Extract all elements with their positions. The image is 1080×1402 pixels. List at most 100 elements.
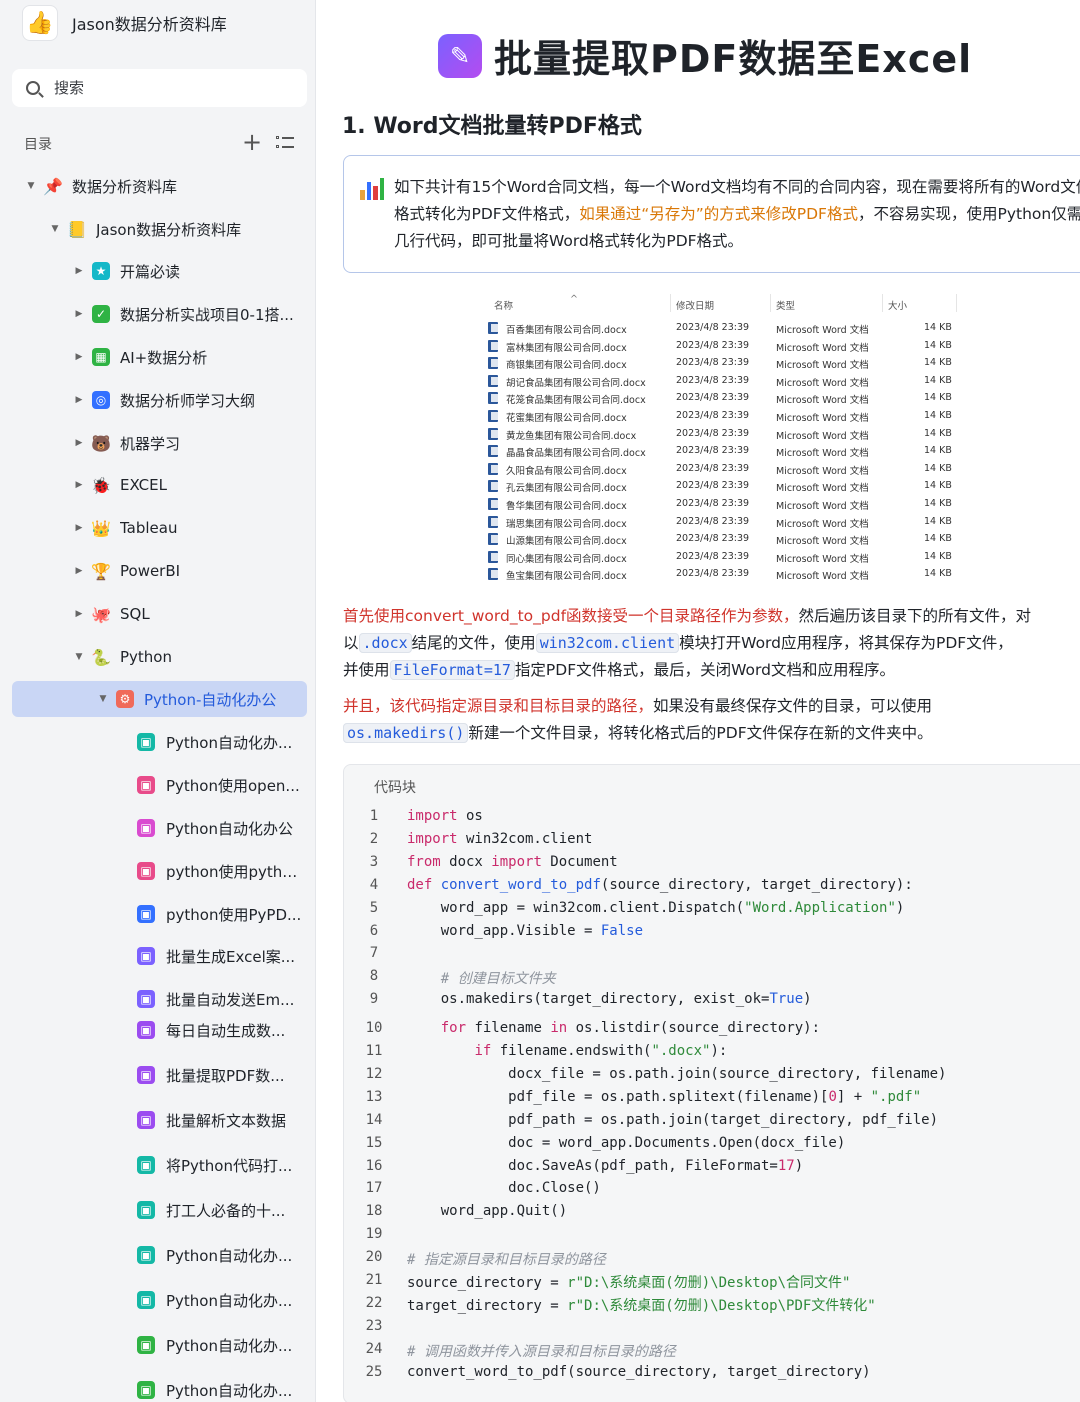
code-line: 6 word_app.Visible = False xyxy=(344,923,1080,946)
sidebar-item-label: Python自动化办... xyxy=(166,1336,293,1355)
code-token: ) xyxy=(794,1157,804,1174)
code-token: r"D:\系统桌面(勿删)\Desktop\合同文件" xyxy=(567,1275,851,1291)
sidebar-item[interactable]: ▼ ⚙ Python-自动化办公 xyxy=(12,681,307,717)
column-divider xyxy=(770,294,771,312)
sidebar-item[interactable]: ▣ 将Python代码打... xyxy=(12,1147,307,1183)
toc-header: 目录 + xyxy=(24,130,304,155)
file-row: 黄龙鱼集团有限公司合同.docx 2023/4/8 23:39 Microsoft … xyxy=(484,426,964,444)
line-number: 12 xyxy=(365,1065,383,1082)
sidebar-item[interactable]: ▣ Python使用open... xyxy=(12,767,307,803)
sidebar-item-label: 批量解析文本数据 xyxy=(166,1111,287,1130)
word-doc-icon xyxy=(488,374,498,387)
chevron-right-icon[interactable]: ▶ xyxy=(72,609,86,619)
add-icon[interactable]: + xyxy=(242,130,262,154)
column-divider xyxy=(670,294,671,312)
filelist-header-type: 类型 xyxy=(776,301,796,312)
file-name: 百香集团有限公司合同.docx xyxy=(506,325,627,336)
word-doc-icon xyxy=(488,322,498,334)
code-token: filename.endswith( xyxy=(491,1043,652,1059)
sidebar-item-label: 批量生成Excel案... xyxy=(166,947,296,966)
chevron-down-icon[interactable]: ▼ xyxy=(72,652,86,662)
code-block[interactable]: 代码块 1 import os 2 import win32com.client 3 fr… xyxy=(343,764,1080,1402)
chevron-right-icon[interactable]: ▶ xyxy=(72,523,86,533)
code-line: 24 # 调用函数并传入源目录和目标目录的路径 xyxy=(344,1341,1080,1364)
search-box[interactable] xyxy=(12,69,307,107)
chevron-right-icon[interactable]: ▶ xyxy=(72,395,86,405)
code-token: pdf_file = os.path.splitext(filename)[ xyxy=(407,1088,829,1105)
filelist-header-size: 大小 xyxy=(888,301,908,312)
sidebar-item[interactable]: ▣ python使用PyPD... xyxy=(12,896,307,932)
sidebar-item[interactable]: ▣ 批量生成Excel案... xyxy=(12,938,307,974)
word-doc-icon xyxy=(488,339,498,352)
code-text: docx_file = os.path.join(source_director… xyxy=(407,1066,946,1082)
sidebar-item[interactable]: ▶ 🐻 机器学习 xyxy=(12,425,307,461)
file-date: 2023/4/8 23:39 xyxy=(676,427,750,439)
sidebar-item[interactable]: ▶ ◎ 数据分析师学习大纲 xyxy=(12,382,307,418)
sidebar-item[interactable]: ▼ 🐍 Python xyxy=(12,639,307,675)
code-token: source_directory = xyxy=(407,1275,568,1291)
code-text: word_app.Visible = False xyxy=(407,923,643,939)
file-name: 晶晶食品集团有限公司合同.docx xyxy=(506,448,646,460)
file-name: 富林集团有限公司合同.docx xyxy=(506,342,627,354)
sidebar-item-label: 数据分析资料库 xyxy=(72,177,178,196)
sidebar-item[interactable]: ▶ 🐞 EXCEL xyxy=(12,467,307,503)
sidebar-item[interactable]: ▶ 🐙 SQL xyxy=(12,596,307,632)
file-type: Microsoft Word 文档 xyxy=(776,430,869,442)
sidebar-item[interactable]: ▣ Python自动化办... xyxy=(12,1372,307,1402)
search-input[interactable] xyxy=(54,79,274,97)
sidebar-item[interactable]: ▣ Python自动化办... xyxy=(12,1282,307,1318)
sidebar-item[interactable]: ▣ Python自动化办... xyxy=(12,1327,307,1363)
workspace-header[interactable]: 👍 Jason数据分析资料库 xyxy=(22,4,227,42)
sidebar-item[interactable]: ▣ 每日自动生成数... xyxy=(12,1012,307,1048)
chevron-right-icon[interactable]: ▶ xyxy=(72,438,86,448)
sidebar-item-label: Tableau xyxy=(120,519,178,537)
file-size: 14 KB xyxy=(924,533,952,545)
chevron-right-icon[interactable]: ▶ xyxy=(72,566,86,576)
sidebar-item[interactable]: ▣ 批量解析文本数据 xyxy=(12,1102,307,1138)
sidebar-item[interactable]: ▶ ✓ 数据分析实战项目0-1搭... xyxy=(12,296,307,332)
code-line: 25 convert_word_to_pdf(source_directory, … xyxy=(344,1364,1080,1387)
code-line: 23 xyxy=(344,1318,1080,1341)
sidebar-item[interactable]: ▶ 👑 Tableau xyxy=(12,510,307,546)
sidebar-item[interactable]: ▣ python使用pytho... xyxy=(12,853,307,889)
chevron-right-icon[interactable]: ▶ xyxy=(72,480,86,490)
line-number: 9 xyxy=(369,991,379,1008)
code-text: os.makedirs(target_directory, exist_ok=T… xyxy=(407,991,812,1007)
p1-text: 结尾的文件，使用 xyxy=(411,634,536,652)
python-icon: 🐍 xyxy=(91,647,111,667)
sidebar-item[interactable]: ▶ 🏆 PowerBI xyxy=(12,553,307,589)
file-size: 14 KB xyxy=(924,462,952,474)
sidebar-item[interactable]: ▣ Python自动化办... xyxy=(12,1237,307,1273)
code-token: docx_file = os.path.join(source_director… xyxy=(407,1065,947,1082)
chevron-right-icon[interactable]: ▶ xyxy=(72,266,86,276)
code-text: source_directory = r"D:\系统桌面(勿删)\Desktop… xyxy=(407,1272,850,1292)
chevron-down-icon[interactable]: ▼ xyxy=(48,224,62,234)
file-name: 黄龙鱼集团有限公司合同.docx xyxy=(506,430,637,442)
page-icon: ▣ xyxy=(137,776,155,794)
chevron-right-icon[interactable]: ▶ xyxy=(72,352,86,362)
code-token: ) xyxy=(895,899,905,916)
line-number: 14 xyxy=(365,1111,383,1128)
chevron-down-icon[interactable]: ▼ xyxy=(96,694,110,704)
sidebar-item[interactable]: ▶ ▦ AI+数据分析 xyxy=(12,339,307,375)
sidebar-item[interactable]: ▼ 📒 Jason数据分析资料库 xyxy=(12,211,307,247)
sidebar-item[interactable]: ▣ 打工人必备的十... xyxy=(12,1192,307,1228)
sidebar-item[interactable]: ▣ Python自动化办公 xyxy=(12,810,307,846)
sidebar-item[interactable]: ▼ 📌 数据分析资料库 xyxy=(12,168,307,204)
chevron-down-icon[interactable]: ▼ xyxy=(24,181,38,191)
chevron-right-icon[interactable]: ▶ xyxy=(72,309,86,319)
file-size: 14 KB xyxy=(924,410,952,421)
file-size: 14 KB xyxy=(924,480,952,492)
sidebar-item[interactable]: ▣ 批量提取PDF数... xyxy=(12,1057,307,1093)
sidebar-item[interactable]: ▶ ★ 开篇必读 xyxy=(12,253,307,289)
sidebar-item-label: 数据分析实战项目0-1搭... xyxy=(120,305,294,324)
list-icon[interactable] xyxy=(276,135,294,151)
code-line: 22 target_directory = r"D:\系统桌面(勿删)\Deskt… xyxy=(344,1295,1080,1318)
sidebar-item[interactable]: ▣ Python自动化办... xyxy=(12,724,307,760)
line-number: 8 xyxy=(369,968,379,985)
p1-text: 模块打开Word应用程序，将其保存为PDF文件， xyxy=(679,634,1013,652)
callout-text: 如下共计有15个Word合同文档，每一个Word文档均有不同的合同内容，现在需要… xyxy=(394,174,1080,255)
file-row: 百香集团有限公司合同.docx 2023/4/8 23:39 Microsoft W… xyxy=(484,320,964,338)
line-number: 6 xyxy=(369,922,379,939)
